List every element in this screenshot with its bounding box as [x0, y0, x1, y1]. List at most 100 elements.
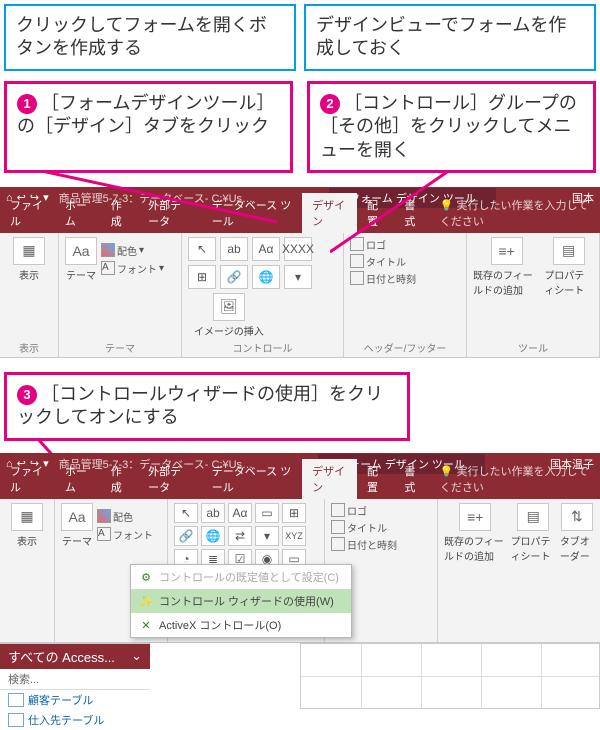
tab-arrange[interactable]: 配置: [357, 193, 394, 233]
title-button-2[interactable]: タイトル: [331, 520, 431, 535]
controls-more-menu: ⚙ コントロールの既定値として設定(C) ✨ コントロール ウィザードの使用(W…: [130, 564, 352, 638]
xyz-tool[interactable]: XYZ: [282, 526, 306, 546]
nav-item-customers[interactable]: 顧客テーブル: [0, 690, 150, 710]
controls-more-button[interactable]: ▾: [284, 265, 312, 289]
gear-icon: ⚙: [139, 571, 153, 584]
tab-file[interactable]: ファイル: [0, 193, 55, 233]
tab-external-data[interactable]: 外部データ: [138, 193, 202, 233]
nav-pane-header[interactable]: すべての Access...⌄: [0, 644, 150, 669]
callout-2-number: 2: [320, 94, 340, 114]
date-time-button-2[interactable]: 日付と時刻: [331, 537, 431, 552]
tab-control-tool[interactable]: ⊞: [188, 265, 216, 289]
web-tool[interactable]: 🌐: [252, 265, 280, 289]
title-icon-2: [331, 520, 345, 534]
tab-home-2[interactable]: ホーム: [55, 459, 101, 499]
form-design-canvas[interactable]: [300, 643, 600, 709]
tab-external-data-2[interactable]: 外部データ: [138, 459, 202, 499]
select-tool-2[interactable]: ↖: [174, 503, 198, 523]
callout-2-text: ［コントロール］グループの［その他］をクリックしてメニューを開く: [320, 93, 577, 160]
fonts-button[interactable]: Aフォント ▾: [101, 261, 164, 276]
palette-icon: [101, 243, 115, 257]
nav-search[interactable]: 検索...: [0, 669, 150, 690]
clock-icon-2: [331, 537, 345, 551]
menu-activex[interactable]: ✕ ActiveX コントロール(O): [131, 613, 351, 637]
bulb-icon: 💡: [440, 200, 454, 212]
chevron-down-icon: ⌄: [131, 648, 142, 664]
menu-use-control-wizard[interactable]: ✨ コントロール ウィザードの使用(W): [131, 589, 351, 613]
title-button[interactable]: タイトル: [350, 254, 460, 269]
tab-arrange-2[interactable]: 配置: [357, 459, 394, 499]
callout-2: 2［コントロール］グループの［その他］をクリックしてメニューを開く: [307, 81, 596, 173]
ribbon-tabs-2: ファイル ホーム 作成 外部データ データベース ツール デザイン 配置 書式 …: [0, 475, 600, 499]
group-controls-label: コントロール: [188, 340, 337, 355]
group-tools-label: ツール: [473, 340, 593, 355]
ribbon-tabs: ファイル ホーム 作成 外部データ データベース ツール デザイン 配置 書式 …: [0, 209, 600, 233]
table-icon: [8, 693, 24, 707]
tab-format[interactable]: 書式: [394, 193, 431, 233]
tab-create-2[interactable]: 作成: [101, 459, 138, 499]
palette-icon-2: [97, 509, 111, 523]
nav-item-suppliers[interactable]: 仕入先テーブル: [0, 710, 150, 730]
tab-format-2[interactable]: 書式: [394, 459, 431, 499]
tell-me-2[interactable]: 💡実行したい作業を入力してください: [432, 459, 600, 499]
tab-design-2[interactable]: デザイン: [302, 459, 357, 499]
tell-me[interactable]: 💡実行したい作業を入力してください: [432, 193, 600, 233]
property-sheet-button-2[interactable]: ▤プロパティシート: [511, 503, 556, 563]
blue-note-right: デザインビューでフォームを作成しておく: [304, 4, 596, 71]
navigation-pane: すべての Access...⌄ 検索... 顧客テーブル 仕入先テーブル: [0, 643, 150, 730]
clock-icon: [350, 271, 364, 285]
property-sheet-button[interactable]: ▤プロパティシート: [544, 237, 593, 297]
textbox-tool[interactable]: ab: [220, 237, 248, 261]
font-icon: A: [101, 261, 115, 275]
group-view-label: 表示: [6, 340, 52, 355]
callout-1-number: 1: [17, 94, 37, 114]
tab-file-2[interactable]: ファイル: [0, 459, 55, 499]
web-tool-2[interactable]: 🌐: [201, 526, 225, 546]
colors-button[interactable]: 配色 ▾: [101, 243, 164, 258]
logo-button-2[interactable]: ロゴ: [331, 503, 431, 518]
themes-button[interactable]: Aaテーマ: [65, 237, 97, 282]
tab-home[interactable]: ホーム: [55, 193, 101, 233]
view-button-2[interactable]: ▦表示: [6, 503, 48, 548]
hyperlink-tool[interactable]: 🔗: [220, 265, 248, 289]
menu-set-default: ⚙ コントロールの既定値として設定(C): [131, 565, 351, 589]
logo-icon: [350, 237, 364, 251]
group-theme-label: テーマ: [65, 340, 175, 355]
title-icon: [350, 254, 364, 268]
select-tool[interactable]: ↖: [188, 237, 216, 261]
colors-button-2[interactable]: 配色: [97, 509, 153, 524]
tab-database-tools[interactable]: データベース ツール: [202, 193, 302, 233]
wand-icon: ✨: [139, 595, 153, 608]
tab-database-tools-2[interactable]: データベース ツール: [202, 459, 302, 499]
view-button[interactable]: ▦表示: [6, 237, 52, 282]
nav-tool-2[interactable]: ⇄: [228, 526, 252, 546]
group-hf-label: ヘッダー/フッター: [350, 340, 460, 355]
label-tool[interactable]: Aα: [252, 237, 280, 261]
button-tool-2[interactable]: ▭: [255, 503, 279, 523]
callout-3-text: ［コントロールウィザードの使用］をクリックしてオンにする: [17, 384, 383, 427]
add-field-button-2[interactable]: ≡+既存のフィールドの追加: [444, 503, 507, 563]
logo-button[interactable]: ロゴ: [350, 237, 460, 252]
logo-icon-2: [331, 503, 345, 517]
button-tool[interactable]: XXXX: [284, 237, 312, 261]
label-tool-2[interactable]: Aα: [228, 503, 252, 523]
tab-order-button[interactable]: ⇅タブオーダー: [560, 503, 594, 563]
callout-1-text: ［フォームデザインツール］の［デザイン］タブをクリック: [17, 93, 274, 136]
blue-note-left: クリックしてフォームを開くボタンを作成する: [4, 4, 296, 71]
add-field-button[interactable]: ≡+既存のフィールドの追加: [473, 237, 540, 297]
bulb-icon-2: 💡: [440, 466, 454, 478]
combo-tool-2[interactable]: ▾: [255, 526, 279, 546]
insert-image-button[interactable]: 🖼イメージの挿入: [194, 293, 264, 338]
link-tool-2[interactable]: 🔗: [174, 526, 198, 546]
tab-design[interactable]: デザイン: [302, 193, 357, 233]
tab-create[interactable]: 作成: [101, 193, 138, 233]
tab-tool-2[interactable]: ⊞: [282, 503, 306, 523]
access-ribbon-1: ⌂↩↪▾ 商品管理5-7-3：データベース- C:¥Us… フォーム デザイン …: [0, 187, 600, 358]
font-icon-2: A: [97, 527, 111, 541]
ribbon-body: ▦表示 表示 Aaテーマ 配色 ▾ Aフォント ▾ テーマ ↖ ab Aα XX…: [0, 233, 600, 358]
themes-button-2[interactable]: Aaテーマ: [61, 503, 93, 548]
date-time-button[interactable]: 日付と時刻: [350, 271, 460, 286]
fonts-button-2[interactable]: Aフォント: [97, 527, 153, 542]
textbox-tool-2[interactable]: ab: [201, 503, 225, 523]
callout-1: 1［フォームデザインツール］の［デザイン］タブをクリック: [4, 81, 293, 173]
